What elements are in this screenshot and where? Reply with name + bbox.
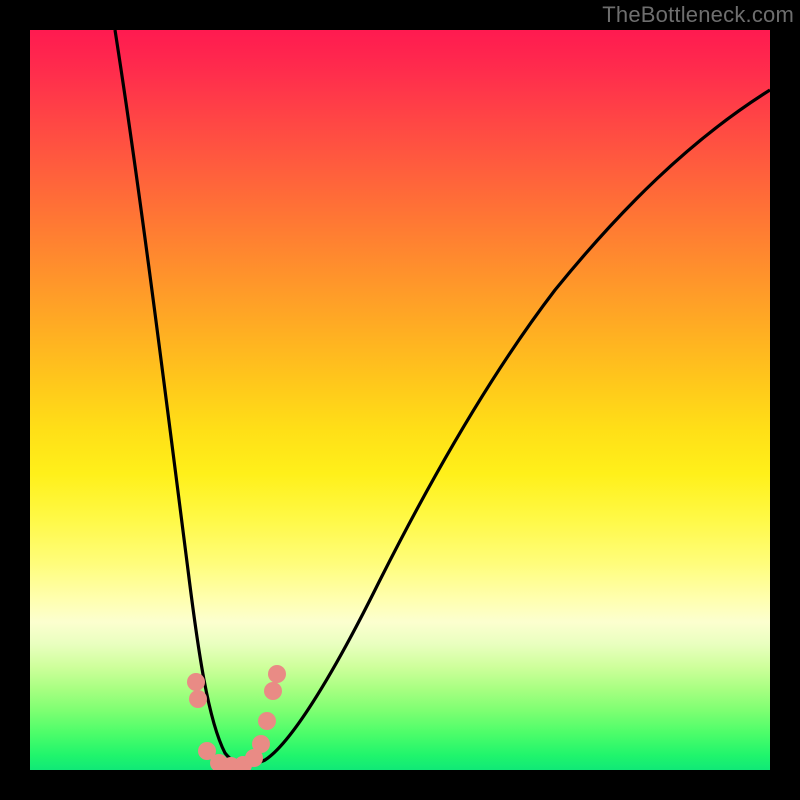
watermark-text: TheBottleneck.com	[602, 2, 794, 28]
plot-area	[30, 30, 770, 770]
bottleneck-curve	[30, 30, 770, 770]
chart-frame: TheBottleneck.com	[0, 0, 800, 800]
curve-path	[115, 30, 770, 765]
